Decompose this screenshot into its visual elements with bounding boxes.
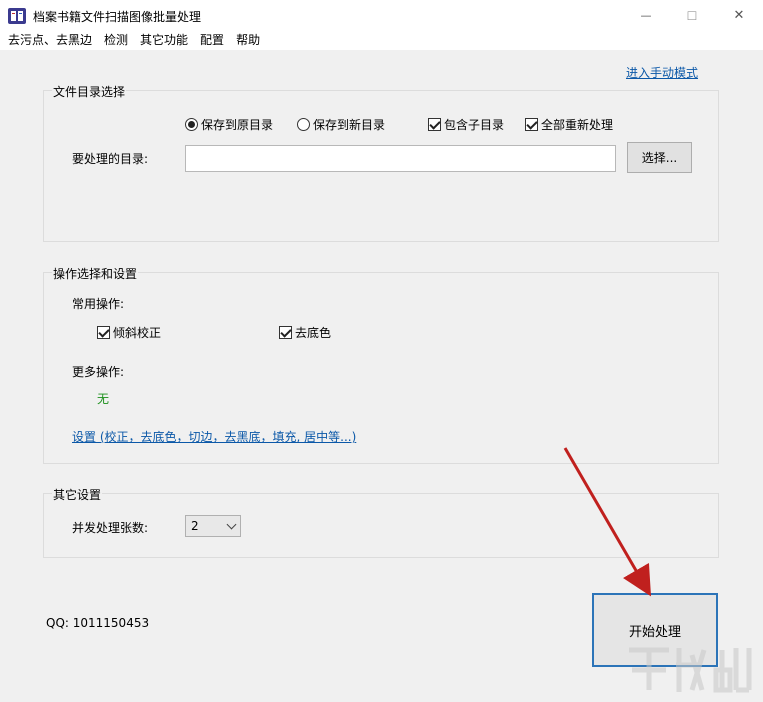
operations-group: 操作选择和设置 常用操作: 倾斜校正 去底色 更多操作: 无 设置 (校正，去底… bbox=[43, 265, 719, 464]
include-subdirs-label: 包含子目录 bbox=[444, 118, 505, 132]
close-button[interactable]: ✕ bbox=[716, 0, 762, 31]
settings-link[interactable]: 设置 (校正，去底色，切边，去黑底，填充, 居中等...) bbox=[72, 428, 356, 445]
minimize-icon: — bbox=[640, 9, 652, 22]
title-bar: 档案书籍文件扫描图像批量处理 — ☐ ✕ bbox=[0, 0, 763, 31]
app-icon bbox=[8, 8, 26, 24]
menu-item-other[interactable]: 其它功能 bbox=[134, 31, 194, 50]
main-panel: 进入手动模式 文件目录选择 保存到原目录 保存到新目录 包含子目录 全部重新处理… bbox=[0, 50, 763, 702]
save-new-label: 保存到新目录 bbox=[313, 118, 386, 132]
file-directory-group: 文件目录选择 保存到原目录 保存到新目录 包含子目录 全部重新处理 要处理的目录… bbox=[43, 83, 719, 242]
concurrency-select[interactable]: 2 bbox=[185, 515, 241, 537]
save-original-label: 保存到原目录 bbox=[201, 118, 274, 132]
menu-item-config[interactable]: 配置 bbox=[194, 31, 230, 50]
checkbox-checked-icon bbox=[525, 118, 538, 131]
maximize-icon: ☐ bbox=[686, 8, 698, 23]
more-ops-label: 更多操作: bbox=[72, 365, 125, 379]
minimize-button[interactable]: — bbox=[623, 0, 669, 31]
radio-unchecked-icon bbox=[297, 118, 310, 131]
remove-background-checkbox[interactable]: 去底色 bbox=[279, 324, 331, 341]
save-new-radio[interactable]: 保存到新目录 bbox=[297, 116, 385, 133]
other-settings-group-title: 其它设置 bbox=[52, 486, 103, 503]
radio-checked-icon bbox=[185, 118, 198, 131]
maximize-button[interactable]: ☐ bbox=[669, 0, 715, 31]
include-subdirs-checkbox[interactable]: 包含子目录 bbox=[428, 116, 504, 133]
chevron-down-icon bbox=[226, 519, 237, 530]
reprocess-all-checkbox[interactable]: 全部重新处理 bbox=[525, 116, 613, 133]
file-directory-group-title: 文件目录选择 bbox=[52, 83, 127, 100]
save-original-radio[interactable]: 保存到原目录 bbox=[185, 116, 273, 133]
menu-item-detect[interactable]: 检测 bbox=[98, 31, 134, 50]
manual-mode-link[interactable]: 进入手动模式 bbox=[626, 64, 698, 81]
qq-contact: QQ: 1011150453 bbox=[46, 616, 150, 630]
checkbox-checked-icon bbox=[279, 326, 292, 339]
start-processing-label: 开始处理 bbox=[628, 624, 681, 640]
menu-bar: 去污点、去黑边 检测 其它功能 配置 帮助 bbox=[0, 31, 763, 50]
menu-item-cleanup[interactable]: 去污点、去黑边 bbox=[0, 31, 98, 50]
browse-button-label: 选择... bbox=[641, 151, 678, 165]
browse-button[interactable]: 选择... bbox=[627, 142, 692, 173]
deskew-checkbox[interactable]: 倾斜校正 bbox=[97, 324, 161, 341]
menu-item-help[interactable]: 帮助 bbox=[230, 31, 266, 50]
remove-background-label: 去底色 bbox=[295, 326, 332, 340]
operations-group-title: 操作选择和设置 bbox=[52, 265, 139, 282]
reprocess-all-label: 全部重新处理 bbox=[541, 118, 614, 132]
checkbox-checked-icon bbox=[428, 118, 441, 131]
watermark-logo-icon bbox=[629, 647, 752, 693]
concurrency-value: 2 bbox=[191, 519, 199, 533]
close-icon: ✕ bbox=[733, 8, 745, 23]
deskew-label: 倾斜校正 bbox=[113, 326, 162, 340]
directory-label: 要处理的目录: bbox=[72, 152, 149, 166]
common-ops-label: 常用操作: bbox=[72, 297, 125, 311]
more-ops-value: 无 bbox=[97, 392, 110, 406]
concurrency-label: 并发处理张数: bbox=[72, 521, 149, 535]
window-title: 档案书籍文件扫描图像批量处理 bbox=[33, 10, 202, 24]
annotation-arrow-icon bbox=[563, 447, 652, 597]
directory-input[interactable] bbox=[185, 145, 616, 172]
checkbox-checked-icon bbox=[97, 326, 110, 339]
